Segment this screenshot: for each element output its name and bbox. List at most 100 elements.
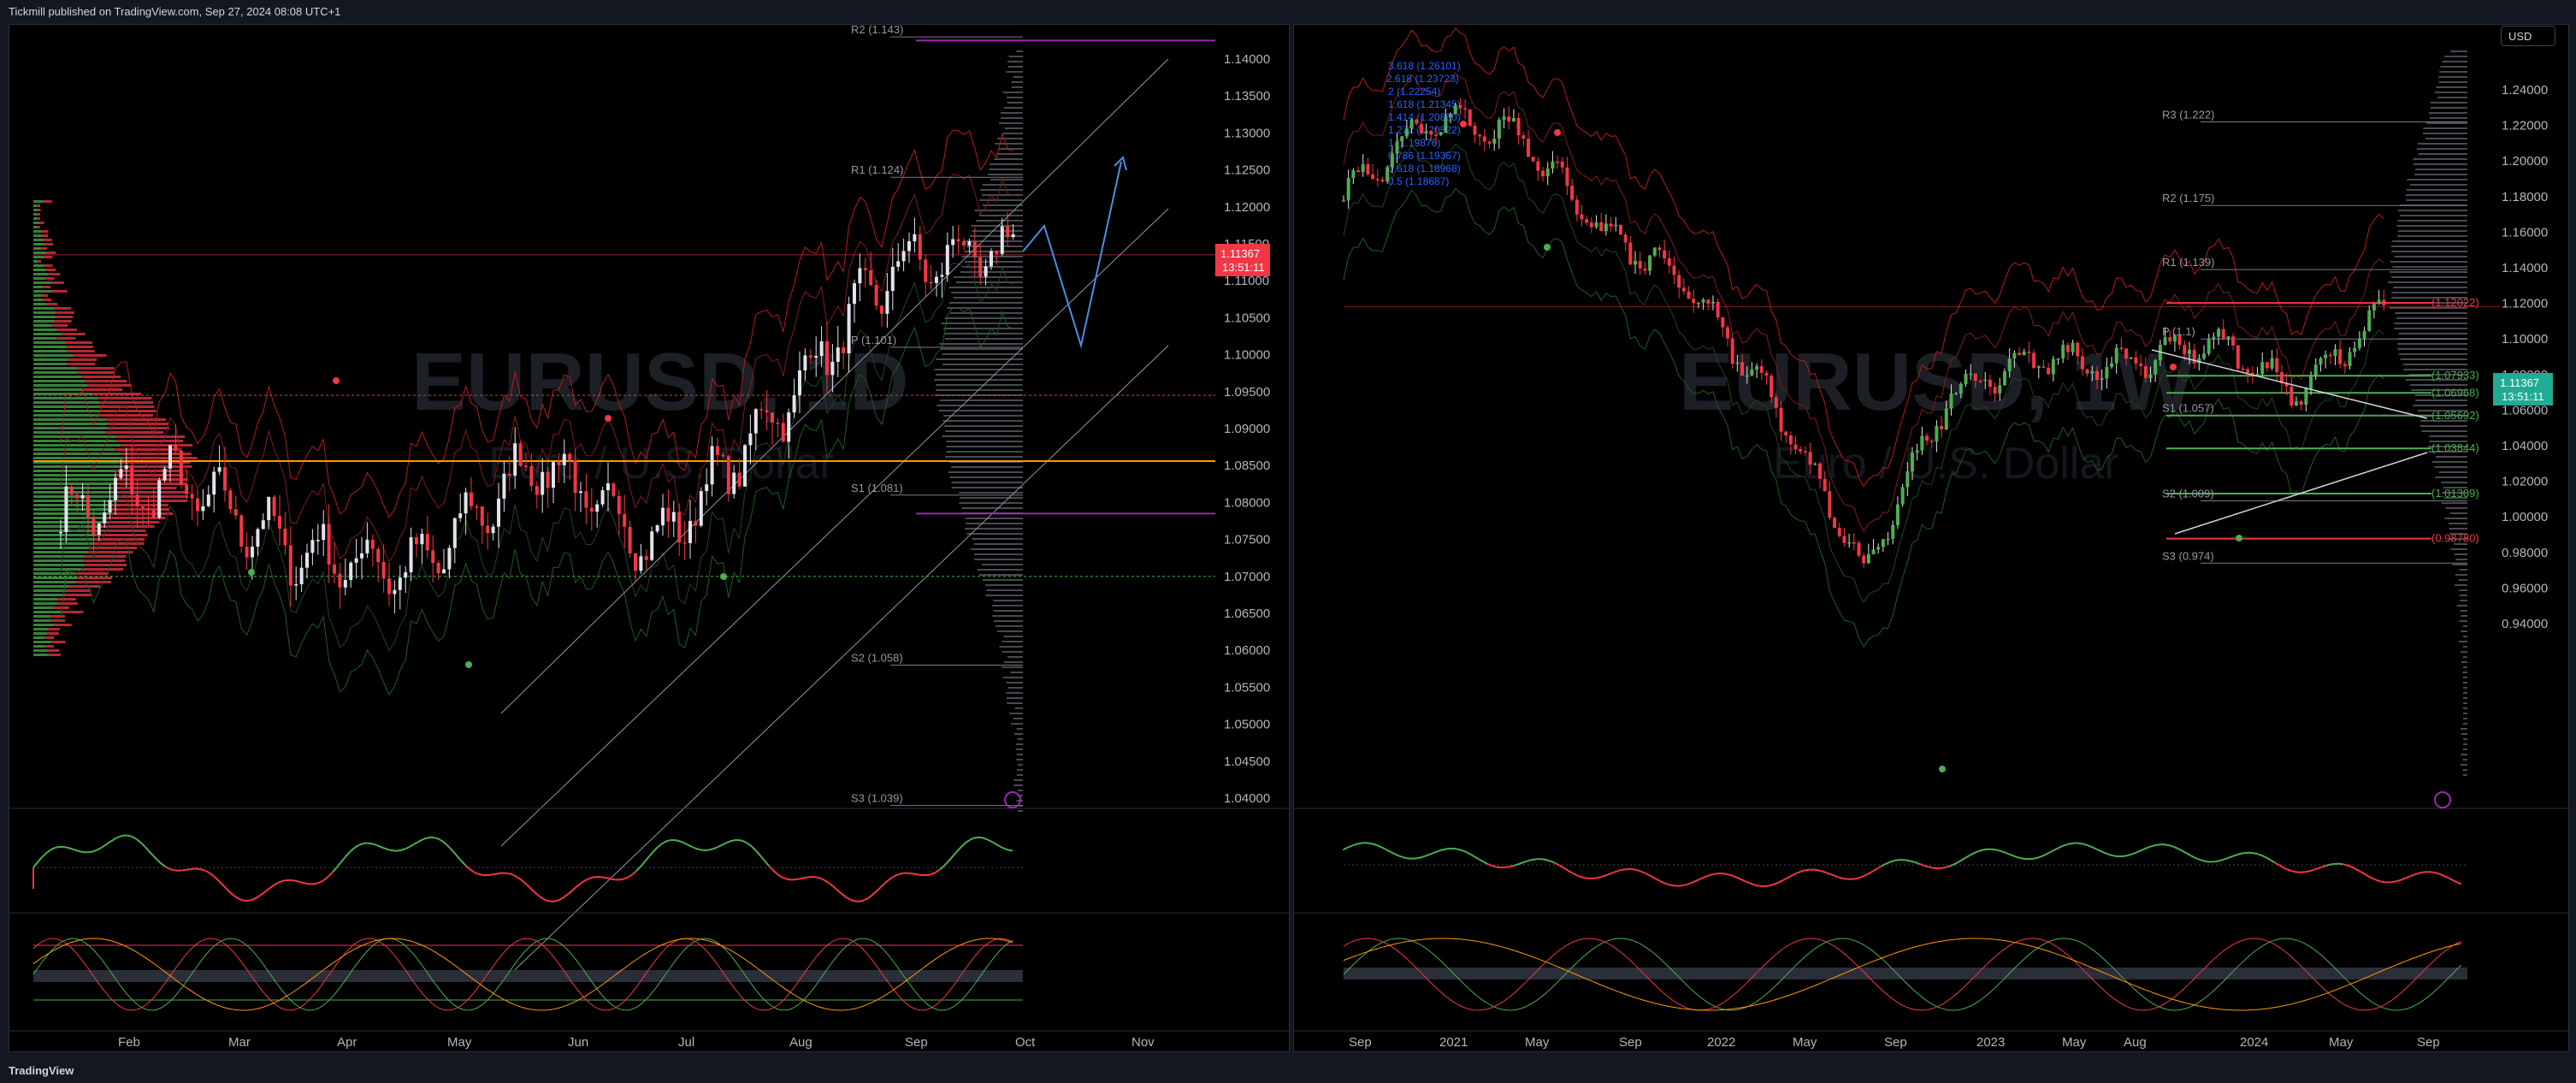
right-candle-body xyxy=(2168,337,2172,342)
left-right-profile-bar xyxy=(1004,107,1023,109)
right-profile-bar xyxy=(2438,76,2467,78)
left-right-profile-bar xyxy=(982,564,1023,565)
left-profile-bar-up xyxy=(33,328,57,331)
right-osc1-segment xyxy=(2041,853,2047,857)
right-osc1-segment xyxy=(2443,875,2449,879)
left-osc1-segment xyxy=(875,887,881,893)
left-profile-bar-up xyxy=(33,204,38,207)
left-chart-panel[interactable]: EURUSD, 1D Euro / U.S. Dollar R2 (1.143)… xyxy=(9,24,1290,1052)
right-osc1-segment xyxy=(1462,849,1467,854)
right-signal-dot xyxy=(1544,244,1551,251)
left-right-profile-bar xyxy=(1006,97,1023,98)
right-osc1-segment xyxy=(2228,855,2233,859)
right-time-axis-label: 2021 xyxy=(1439,1035,1468,1050)
left-candle-body xyxy=(206,494,210,506)
right-candle-body xyxy=(2313,364,2318,376)
left-profile-bar-up xyxy=(33,354,74,357)
left-candle-body xyxy=(261,520,265,530)
currency-button[interactable]: USD xyxy=(2501,26,2555,46)
right-profile-bar xyxy=(2459,569,2467,571)
right-osc1-segment xyxy=(1825,872,1831,875)
right-chart-canvas[interactable]: EURUSD, 1W Euro / U.S. Dollar (1.12022)(… xyxy=(1294,25,2568,1051)
right-candle-body xyxy=(2217,328,2221,337)
right-candle-body xyxy=(1516,118,1521,136)
left-right-profile-bar xyxy=(993,600,1023,601)
right-osc1-segment xyxy=(1419,855,1425,859)
left-candle-body xyxy=(562,453,566,465)
left-right-profile-bar xyxy=(985,584,1023,586)
right-candle-body xyxy=(2032,352,2036,369)
right-candle-body xyxy=(1628,242,1633,265)
left-right-profile-bar xyxy=(1001,666,1023,668)
right-candle-body xyxy=(1929,441,1934,442)
left-signal-dot xyxy=(720,573,727,580)
right-osc1-segment xyxy=(2083,843,2089,847)
left-chart-canvas[interactable]: EURUSD, 1D Euro / U.S. Dollar R2 (1.143)… xyxy=(9,25,1289,1051)
left-osc1-segment xyxy=(768,865,774,872)
left-osc1-segment xyxy=(276,880,282,885)
left-right-profile-bar xyxy=(1018,764,1023,766)
left-right-profile-bar xyxy=(940,348,1023,350)
left-right-profile-bar xyxy=(993,620,1023,622)
right-time-axis[interactable]: Sep 2021 May Sep 2022 May Sep 2023 May Aug 2024 May… xyxy=(1294,808,2568,1050)
left-right-profile-bar xyxy=(1013,718,1023,719)
right-candle-body xyxy=(1759,366,1764,373)
left-right-profile-bar xyxy=(944,456,1023,458)
left-profile-bar-down xyxy=(48,654,61,656)
left-osc1-segment xyxy=(644,855,650,862)
right-profile-bar xyxy=(2463,749,2467,750)
right-osc1-segment xyxy=(1889,860,1894,863)
left-osc1-segment xyxy=(71,848,77,851)
left-osc1-segment xyxy=(447,845,453,852)
left-osc1-segment xyxy=(978,836,984,839)
left-osc1-segment xyxy=(169,868,175,872)
left-projection-path[interactable] xyxy=(1022,156,1127,349)
left-osc1-segment xyxy=(208,872,214,877)
right-osc1-segment xyxy=(2096,849,2102,853)
left-osc1-segment xyxy=(1007,849,1013,852)
left-right-profile-bar xyxy=(965,518,1023,519)
left-osc1-segment xyxy=(858,899,864,902)
right-osc1-segment xyxy=(1864,873,1870,877)
right-profile-bar xyxy=(2442,61,2467,62)
right-profile-bar xyxy=(2419,425,2467,427)
left-candle-body xyxy=(299,567,304,584)
right-osc1-segment xyxy=(2439,873,2445,877)
left-profile-bar-up xyxy=(33,234,42,237)
left-candle-body xyxy=(59,531,62,534)
left-osc1-segment xyxy=(246,899,252,902)
right-profile-bar xyxy=(2463,687,2467,689)
left-right-profile-bar xyxy=(1014,707,1023,709)
left-osc1-segment xyxy=(871,891,877,897)
left-price-axis-label: 1.07500 xyxy=(1224,533,1270,547)
left-osc1-segment xyxy=(413,841,419,845)
left-price-axis-label: 1.08000 xyxy=(1224,495,1270,510)
left-candle-body xyxy=(972,241,977,257)
right-chart-panel[interactable]: EURUSD, 1W Euro / U.S. Dollar (1.12022)(… xyxy=(1293,24,2569,1052)
right-candle-body xyxy=(1677,275,1681,288)
left-osc1-segment xyxy=(289,879,295,882)
left-osc1-segment xyxy=(268,885,274,891)
right-osc1-segment xyxy=(1610,871,1616,875)
left-pivot-label: R1 (1.124) xyxy=(851,163,903,176)
right-osc1-segment xyxy=(1563,867,1569,872)
right-price-axis[interactable]: 1.24000 1.22000 1.20000 1.18000 1.16000 1.140… xyxy=(2502,83,2548,631)
right-candle-body xyxy=(2362,330,2366,339)
right-lightning-icon[interactable] xyxy=(2434,791,2451,808)
left-oscillator-2: 100.0075.0050.0025.000.0080.0040.000.00 xyxy=(18,915,1266,1033)
right-candle-body xyxy=(1380,180,1385,182)
left-price-axis[interactable]: 1.140001.135001.130001.125001.120001.115… xyxy=(1224,52,1270,806)
left-candle-body xyxy=(890,266,895,292)
right-candle-body xyxy=(1973,373,1977,382)
left-time-axis[interactable]: Feb Mar Apr May Jun Jul Aug Sep Oct Nov xyxy=(9,808,1289,1050)
left-right-profile-bar xyxy=(1018,790,1023,791)
tradingview-logo[interactable]: TradingView xyxy=(9,1064,74,1077)
left-right-profile-bar xyxy=(972,230,1023,232)
right-osc1-segment xyxy=(1800,869,1805,873)
left-price-axis-label: 1.14000 xyxy=(1224,52,1270,67)
left-candle-body xyxy=(458,513,463,518)
left-profile-bar-up xyxy=(33,226,38,228)
left-candle-body xyxy=(190,494,194,499)
right-profile-bar xyxy=(2394,256,2467,257)
right-candle-body xyxy=(1672,265,1676,275)
